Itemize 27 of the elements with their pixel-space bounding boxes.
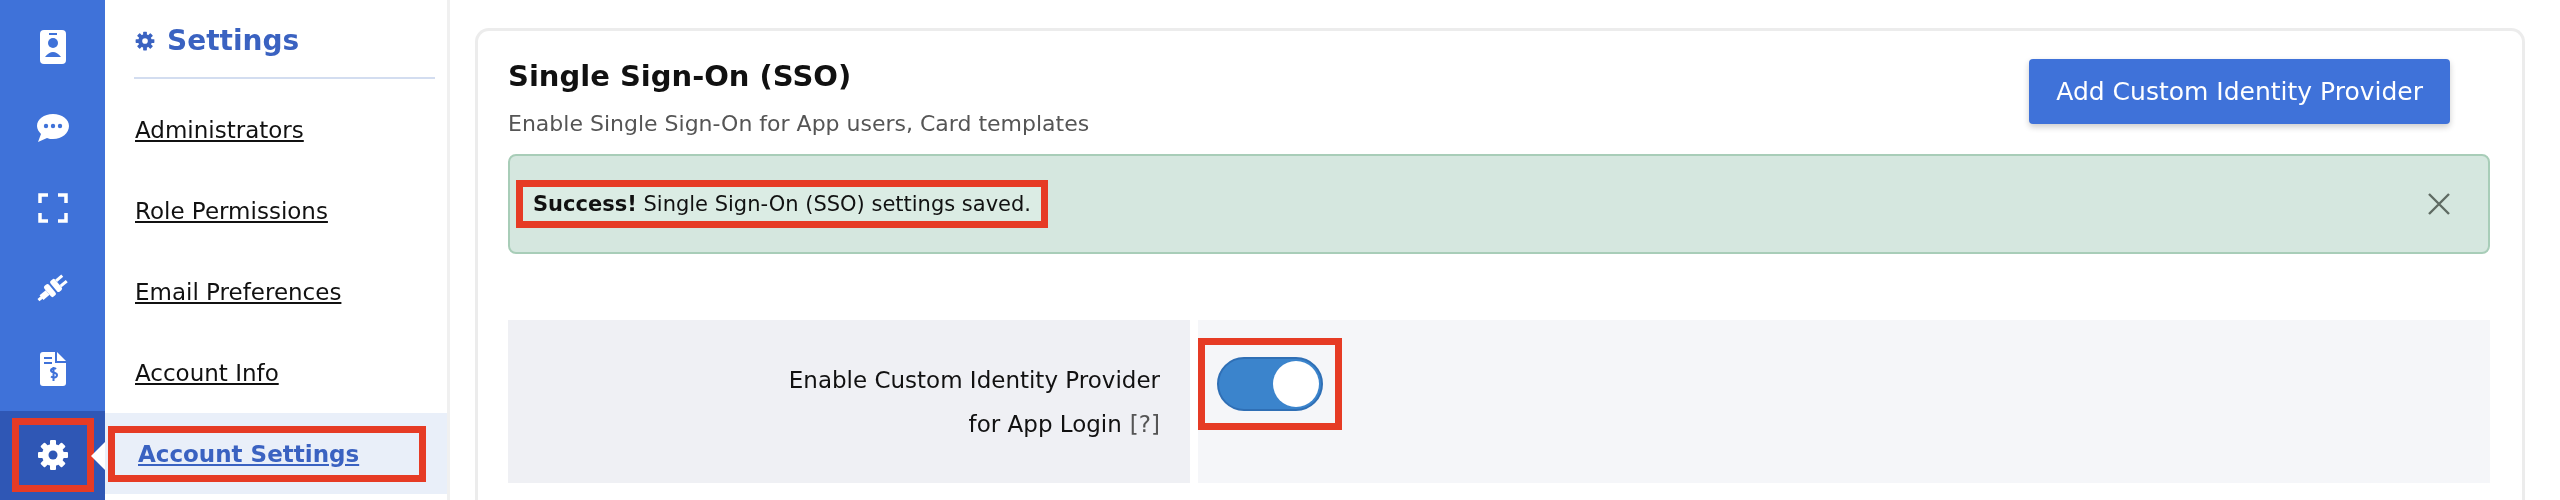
setting-label: Enable Custom Identity Provider bbox=[788, 365, 1160, 395]
setting-label: for App Login bbox=[968, 409, 1122, 439]
rail-item[interactable] bbox=[0, 410, 105, 500]
close-icon[interactable] bbox=[2428, 193, 2450, 215]
chat-bubble-icon bbox=[35, 112, 70, 143]
expand-corners-icon bbox=[37, 192, 68, 223]
page-title: Single Sign-On (SSO) bbox=[508, 59, 853, 93]
menu-item[interactable]: Account Settings bbox=[105, 413, 447, 494]
contact-card-icon bbox=[39, 30, 66, 65]
add-provider-button[interactable]: Add Custom Identity Provider bbox=[2029, 59, 2450, 124]
alert-message: Success! Single Sign-On (SSO) settings saved. bbox=[533, 192, 1032, 216]
menu-item[interactable]: Role Permissions bbox=[105, 170, 447, 251]
menu-link[interactable]: Email Preferences bbox=[135, 278, 342, 305]
menu-link[interactable]: Administrators bbox=[135, 116, 304, 143]
toggle-switch[interactable] bbox=[1217, 357, 1323, 411]
menu-item[interactable]: Administrators bbox=[105, 89, 447, 170]
menu-link[interactable]: Role Permissions bbox=[135, 197, 328, 224]
menu-item[interactable]: Email Preferences bbox=[105, 251, 447, 332]
help-link[interactable]: [?] bbox=[1129, 401, 1160, 446]
page-subtitle: Enable Single Sign-On for App users, Card templates bbox=[508, 111, 1090, 136]
invoice-dollar-icon bbox=[39, 351, 66, 386]
settings-icon bbox=[135, 30, 155, 51]
panel-title: Settings bbox=[167, 24, 300, 57]
settings-icon bbox=[36, 439, 69, 472]
menu-link[interactable]: Account Info bbox=[135, 359, 279, 386]
pointer-icon bbox=[91, 441, 105, 470]
menu-item[interactable]: Account Info bbox=[105, 332, 447, 413]
